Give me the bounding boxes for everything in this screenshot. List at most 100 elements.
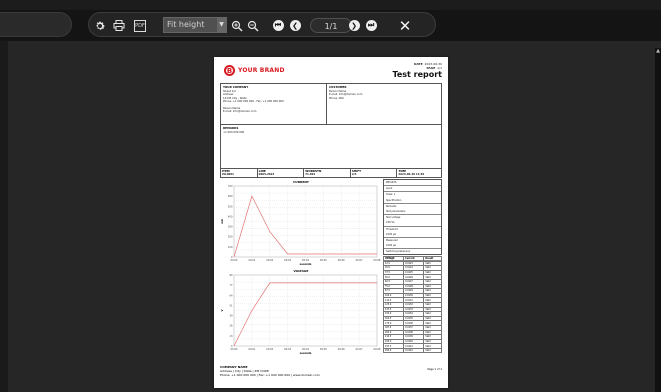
y-tick-label: 200 bbox=[228, 236, 233, 239]
x-tick-label: 00:07 bbox=[356, 259, 363, 262]
info-cell: TIME 2023-06-30 11:30 bbox=[396, 169, 441, 177]
remarks-lines: +1 000 000 000 bbox=[221, 131, 441, 134]
chevron-down-icon: ▼ bbox=[217, 18, 226, 32]
report-title: Test report bbox=[392, 70, 442, 79]
info-cell-value: 2023-06-30 11:30 bbox=[398, 173, 425, 176]
date-label: DATE bbox=[413, 62, 423, 66]
info-cell-value: 0005-2023 bbox=[258, 173, 275, 176]
y-tick-label: 300 bbox=[228, 226, 233, 229]
company-lines: Street 1/2 Address 12345 City - State Phone… bbox=[221, 90, 326, 114]
y-tick-label: 100 bbox=[228, 246, 233, 249]
y-axis-label: mA bbox=[220, 219, 224, 224]
y-tick-label: 39 bbox=[229, 315, 233, 318]
pdf-page: B YOUR BRAND DATE 2023-06-30 PAGE 1/1 Te… bbox=[214, 57, 448, 388]
company-box: YOUR COMPANY Street 1/2 Address 12345 City… bbox=[220, 83, 326, 125]
info-cell-value: ZX-0001 bbox=[222, 173, 234, 176]
voltage-chart-title: VOLTAGE bbox=[294, 269, 309, 273]
customer-lines: Person Name E-mail: info@domain.com Phone:… bbox=[327, 90, 441, 100]
chevron-left-icon: ❮ bbox=[289, 20, 301, 31]
x-tick-label: 00:06 bbox=[338, 348, 345, 351]
previous-page-button[interactable]: ❮ bbox=[288, 13, 302, 38]
x-tick-label: 00:05 bbox=[320, 348, 327, 351]
info-row: ITEM ZX-0001 LINE 0005-2023 WORKSTN T1.001 SHI… bbox=[220, 168, 442, 178]
last-page-icon: ⏭ bbox=[365, 20, 377, 31]
x-tick-label: 00:08 bbox=[374, 348, 381, 351]
x-tick-label: 00:01 bbox=[248, 259, 255, 262]
x-tick-label: 00:03 bbox=[284, 259, 291, 262]
y-tick-label: 26 bbox=[229, 325, 233, 328]
table-cell: Valid bbox=[423, 347, 442, 354]
results-side-box: RESULTS Good Class: 1 Specification Remarks T… bbox=[383, 179, 442, 261]
settings-gear-icon[interactable] bbox=[93, 13, 107, 38]
x-tick-label: 00:05 bbox=[320, 259, 327, 262]
y-tick-label: 400 bbox=[228, 215, 233, 218]
close-icon: ✕ bbox=[398, 16, 412, 35]
charts-area: CURRENT 010020030040050060070000:00 00:01… bbox=[220, 180, 381, 355]
pdf-toolbar: PDF Fit height ▼ ⏮ ❮ 1/1 ❯ ⏭ ✕ bbox=[0, 10, 661, 41]
pdf-download-button[interactable]: PDF bbox=[133, 13, 147, 38]
zoom-select[interactable]: Fit height ▼ bbox=[163, 17, 227, 33]
chevron-right-icon: ❯ bbox=[348, 20, 360, 31]
current-chart: 010020030040050060070000:00 00:01 00:02 00:… bbox=[220, 185, 381, 266]
voltage-chart: 01326395164779000:00 00:01 00:02 00:03 00:04… bbox=[220, 274, 381, 355]
remarks-box: REMARKS +1 000 000 000 bbox=[220, 124, 442, 169]
report-meta: DATE 2023-06-30 PAGE 1/1 bbox=[414, 62, 442, 70]
print-icon[interactable] bbox=[112, 13, 126, 38]
x-tick-label: 00:01 bbox=[248, 348, 255, 351]
y-tick-label: 90 bbox=[229, 274, 233, 277]
page-footer: COMPANY NAME Address | City | State | ZI… bbox=[220, 365, 320, 377]
x-tick-label: 00:04 bbox=[302, 348, 309, 351]
y-tick-label: 600 bbox=[228, 195, 233, 198]
close-button[interactable]: ✕ bbox=[397, 13, 413, 38]
y-tick-label: 77 bbox=[229, 284, 233, 287]
table-row: 250.0 0.0142 Valid bbox=[382, 347, 442, 354]
brand-name: YOUR BRAND bbox=[238, 67, 285, 74]
table-cell: 0.0142 bbox=[403, 347, 425, 354]
x-tick-label: 00:04 bbox=[302, 259, 309, 262]
info-cell: LINE 0005-2023 bbox=[256, 169, 304, 177]
x-tick-label: 00:07 bbox=[356, 348, 363, 351]
y-axis-label: V bbox=[220, 309, 224, 311]
toolbar-left-pill bbox=[0, 12, 72, 37]
first-page-button[interactable]: ⏮ bbox=[271, 13, 285, 38]
footer-line-2: Phone: +1 000 000 000 | Fax: +1 000 000 … bbox=[220, 372, 320, 377]
scroll-up-icon[interactable]: ▲ bbox=[655, 48, 661, 54]
toolbar-controls: PDF Fit height ▼ ⏮ ❮ 1/1 ❯ ⏭ ✕ bbox=[88, 12, 436, 37]
remarks-line: +1 000 000 000 bbox=[223, 131, 245, 134]
info-cell-value: T1.001 bbox=[305, 173, 316, 176]
document-viewer[interactable]: ▲ B YOUR BRAND DATE 2023-06-30 PAGE 1/1 … bbox=[0, 41, 661, 392]
y-tick-label: 51 bbox=[229, 304, 233, 307]
current-chart-title: CURRENT bbox=[293, 180, 310, 184]
zoom-in-icon[interactable] bbox=[230, 13, 244, 38]
y-tick-label: 700 bbox=[228, 185, 233, 188]
info-cell: ITEM ZX-0001 bbox=[221, 169, 257, 177]
zoom-select-value: Fit height bbox=[167, 20, 205, 29]
info-cell-value: 2/3 bbox=[351, 173, 357, 176]
x-tick-label: 00:00 bbox=[231, 348, 238, 351]
footer-page: Page 1 of 1 bbox=[427, 368, 442, 371]
info-cell: WORKSTN T1.001 bbox=[303, 169, 350, 177]
viewer-left-edge bbox=[0, 41, 8, 392]
results-table: Voltage Current Result 12.5 0.0123 Valid 25.0 0… bbox=[382, 256, 442, 354]
first-page-icon: ⏮ bbox=[272, 20, 284, 31]
x-axis-label: seconds bbox=[300, 262, 312, 266]
x-tick-label: 00:03 bbox=[284, 348, 291, 351]
brand-logo-icon: B bbox=[224, 65, 235, 76]
zoom-out-icon[interactable] bbox=[246, 13, 260, 38]
browser-top-strip bbox=[0, 0, 661, 10]
y-tick-label: 64 bbox=[229, 294, 233, 297]
x-tick-label: 00:00 bbox=[231, 259, 238, 262]
x-tick-label: 00:06 bbox=[338, 259, 345, 262]
next-page-button[interactable]: ❯ bbox=[347, 13, 361, 38]
customer-line: Phone: 000 bbox=[329, 96, 344, 100]
company-line: E-mail: info@domain.com bbox=[223, 110, 257, 114]
last-page-button[interactable]: ⏭ bbox=[364, 13, 378, 38]
x-tick-label: 00:08 bbox=[374, 259, 381, 262]
results-table-wrap: Voltage Current Result 12.5 0.0123 Valid 25.0 0… bbox=[382, 256, 442, 354]
y-tick-label: 13 bbox=[229, 335, 233, 338]
vertical-scrollbar[interactable]: ▲ bbox=[655, 48, 661, 392]
page-number-input[interactable]: 1/1 bbox=[310, 18, 352, 33]
y-tick-label: 500 bbox=[228, 205, 233, 208]
x-tick-label: 00:02 bbox=[266, 348, 273, 351]
table-cell: 250.0 bbox=[382, 347, 405, 354]
